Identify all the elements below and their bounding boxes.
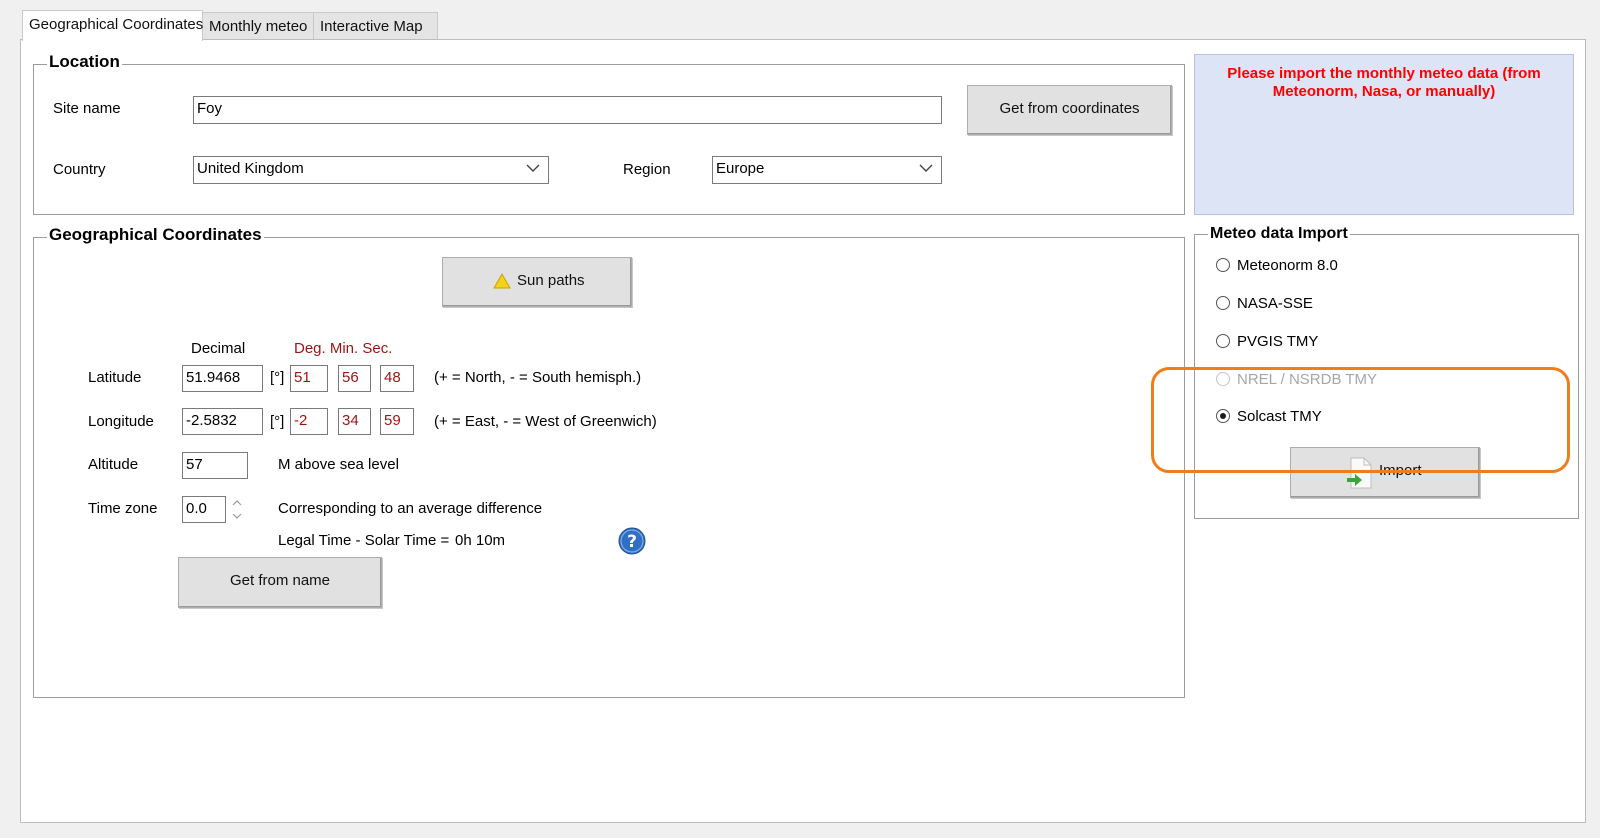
longitude-hint: (+ = East, - = West of Greenwich) [434, 413, 657, 430]
tab-interactive-map[interactable]: Interactive Map [313, 12, 438, 40]
latitude-hint: (+ = North, - = South hemisph.) [434, 369, 642, 386]
radio-meteonorm[interactable]: Meteonorm 8.0 [1216, 256, 1416, 276]
geo-coordinates-title: Geographical Coordinates [47, 225, 264, 244]
location-title: Location [47, 52, 122, 71]
timezone-label: Time zone [88, 500, 158, 517]
radio-label: Meteonorm 8.0 [1237, 257, 1338, 274]
radio-button[interactable] [1216, 334, 1230, 348]
get-from-coordinates-button[interactable]: Get from coordinates [967, 85, 1172, 135]
radio-button[interactable] [1216, 296, 1230, 310]
chevron-down-icon [526, 164, 540, 172]
highlight-annotation [1151, 367, 1570, 473]
spinner-arrows-icon [232, 500, 242, 519]
altitude-input[interactable]: 57 [182, 452, 248, 479]
decimal-header: Decimal [191, 340, 246, 357]
altitude-unit: M above sea level [278, 456, 399, 473]
region-select[interactable]: Europe [712, 156, 942, 184]
tab-monthly-meteo[interactable]: Monthly meteo [202, 12, 314, 40]
tab-label: Geographical Coordinates [29, 16, 204, 33]
svg-text:?: ? [627, 532, 637, 552]
legal-time-label: Legal Time - Solar Time = [278, 532, 450, 549]
site-name-label: Site name [53, 100, 121, 117]
latitude-deg-input[interactable]: 51 [290, 365, 328, 392]
site-name-input[interactable]: Foy [193, 96, 942, 124]
region-value: Europe [716, 160, 765, 177]
tab-geographical-coordinates[interactable]: Geographical Coordinates [22, 10, 203, 41]
latitude-decimal-input[interactable]: 51.9468 [182, 365, 263, 392]
country-label: Country [53, 161, 106, 178]
region-label: Region [623, 161, 671, 178]
timezone-hint: Corresponding to an average difference [278, 500, 543, 517]
longitude-deg-input[interactable]: -2 [290, 408, 328, 435]
tab-label: Monthly meteo [209, 18, 308, 35]
latitude-sec-input[interactable]: 48 [380, 365, 414, 392]
longitude-sec-input[interactable]: 59 [380, 408, 414, 435]
radio-nasa-sse[interactable]: NASA-SSE [1216, 294, 1416, 314]
radio-label: PVGIS TMY [1237, 333, 1319, 350]
country-select[interactable]: United Kingdom [193, 156, 549, 184]
tab-label: Interactive Map [320, 18, 423, 35]
dms-header: Deg. Min. Sec. [294, 340, 393, 357]
radio-pvgis-tmy[interactable]: PVGIS TMY [1216, 332, 1416, 352]
country-value: United Kingdom [197, 160, 304, 177]
legal-time-value: 0h 10m [455, 532, 506, 549]
sun-paths-button[interactable]: Sun paths [442, 257, 632, 307]
sun-paths-label: Sun paths [517, 272, 585, 289]
notice-text: Please import the monthly meteo data (fr… [1227, 65, 1541, 100]
chevron-down-icon [919, 164, 933, 172]
help-icon[interactable]: ? [618, 527, 646, 555]
longitude-label: Longitude [88, 413, 154, 430]
latitude-label: Latitude [88, 369, 142, 386]
latitude-min-input[interactable]: 56 [338, 365, 371, 392]
meteo-import-title: Meteo data Import [1208, 225, 1350, 243]
notice-box: Please import the monthly meteo data (fr… [1194, 54, 1574, 215]
timezone-spinner[interactable] [229, 496, 245, 523]
timezone-input[interactable]: 0.0 [182, 496, 226, 523]
longitude-min-input[interactable]: 34 [338, 408, 371, 435]
altitude-label: Altitude [88, 456, 139, 473]
radio-label: NASA-SSE [1237, 295, 1313, 312]
get-from-name-button[interactable]: Get from name [178, 557, 382, 608]
sun-icon [493, 273, 511, 289]
longitude-unit: [°] [270, 413, 285, 430]
radio-button[interactable] [1216, 258, 1230, 272]
latitude-unit: [°] [270, 369, 285, 386]
longitude-decimal-input[interactable]: -2.5832 [182, 408, 263, 435]
